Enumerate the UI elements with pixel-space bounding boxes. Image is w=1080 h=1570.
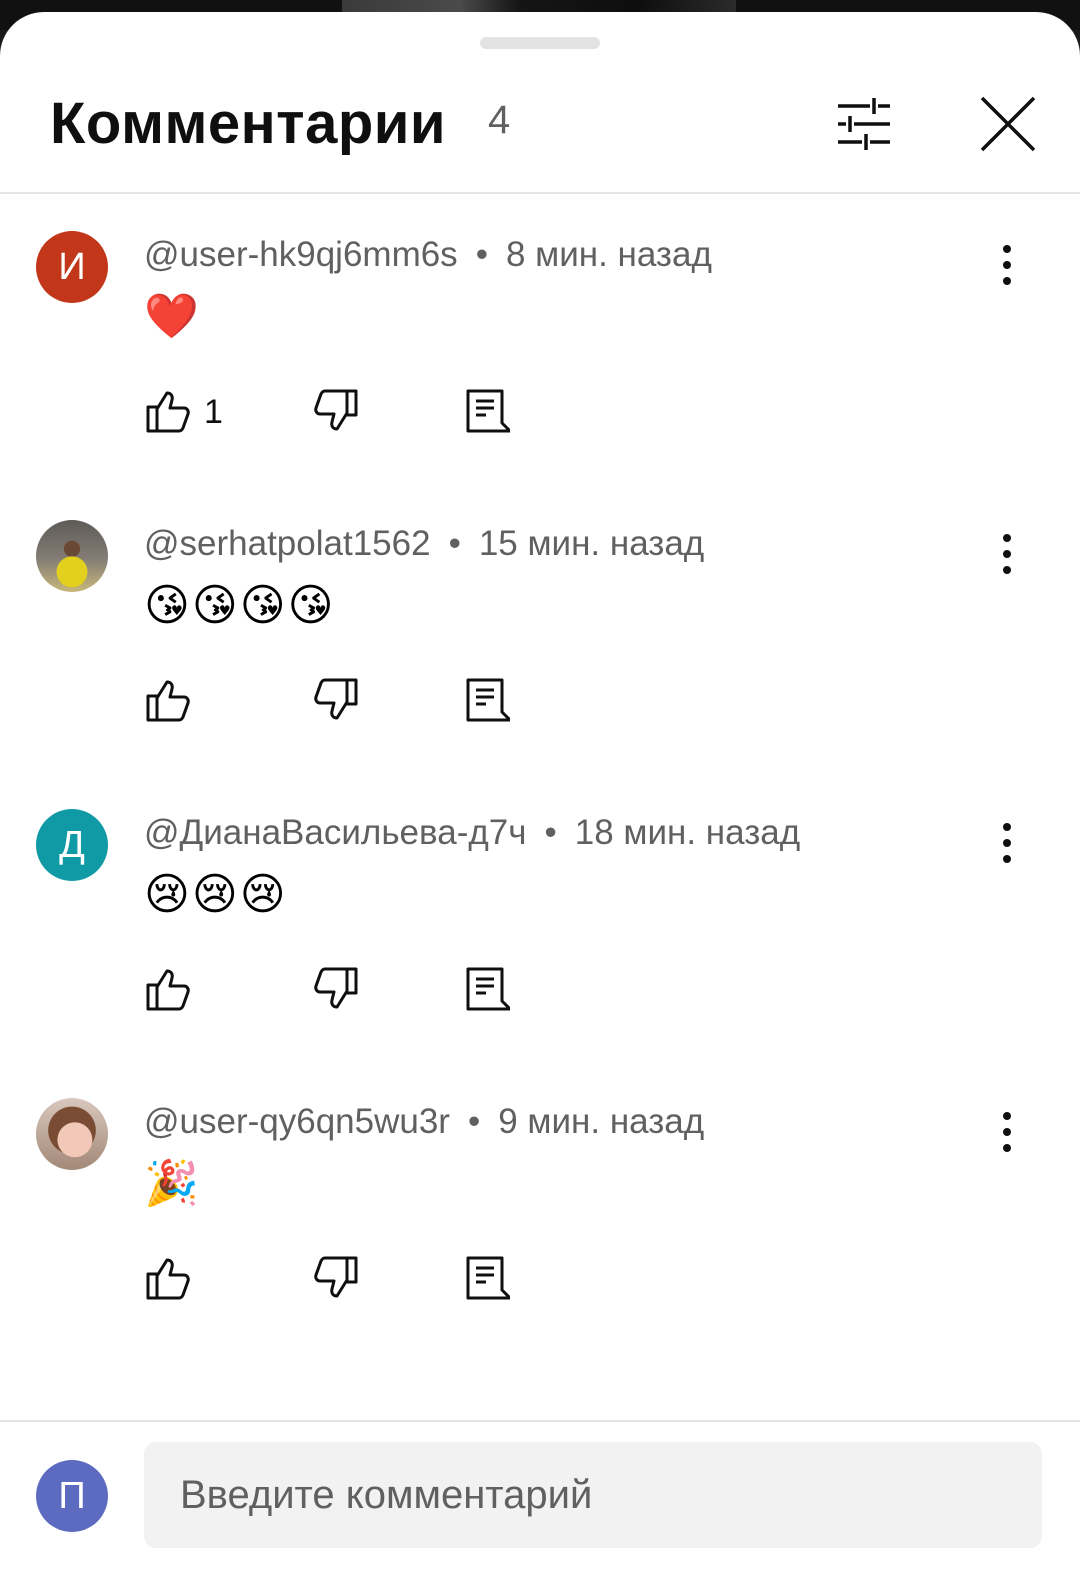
meta-separator: • <box>448 524 461 563</box>
comment-text: 😢😢😢 <box>144 869 288 920</box>
comment-meta: @user-hk9qj6mm6s • 8 мин. назад <box>144 235 712 275</box>
like-button[interactable] <box>144 387 192 435</box>
filter-sliders-icon <box>838 98 890 150</box>
comments-sheet: Комментарии 4 И @user-hk9qj6mm6s • 8 мин… <box>0 12 1080 1570</box>
like-button[interactable] <box>144 965 192 1013</box>
thumb-up-icon <box>146 391 190 433</box>
comment-item: @serhatpolat1562 • 15 мин. назад 😘😘😘😘 <box>0 484 1080 773</box>
reply-comment-icon <box>466 678 512 722</box>
comment-author[interactable]: @user-hk9qj6mm6s <box>144 235 458 274</box>
filter-button[interactable] <box>828 90 898 160</box>
more-options-button[interactable] <box>992 819 1022 869</box>
comment-list: И @user-hk9qj6mm6s • 8 мин. назад ❤️ 1 @… <box>0 195 1080 1351</box>
drag-handle[interactable] <box>480 37 600 49</box>
close-button[interactable] <box>972 90 1042 160</box>
avatar[interactable] <box>36 1098 108 1170</box>
comment-meta: @serhatpolat1562 • 15 мин. назад <box>144 524 704 564</box>
comment-item: И @user-hk9qj6mm6s • 8 мин. назад ❤️ 1 <box>0 195 1080 484</box>
comment-author[interactable]: @ДианаВасильева-д7ч <box>144 813 526 852</box>
close-icon <box>980 96 1036 152</box>
comment-actions <box>144 676 644 732</box>
meta-separator: • <box>544 813 557 852</box>
thumb-up-icon <box>146 969 190 1011</box>
thumb-up-icon <box>146 1258 190 1300</box>
comment-text: 🎉 <box>144 1158 201 1209</box>
header-divider <box>0 192 1080 194</box>
thumb-up-icon <box>146 680 190 722</box>
more-options-button[interactable] <box>992 1108 1022 1158</box>
more-vertical-icon <box>1003 245 1011 285</box>
dislike-button[interactable] <box>312 965 360 1013</box>
comment-author[interactable]: @user-qy6qn5wu3r <box>144 1102 450 1141</box>
reply-comment-icon <box>466 389 512 433</box>
avatar[interactable]: Д <box>36 809 108 881</box>
comment-time: 18 мин. назад <box>574 813 801 852</box>
comments-header: Комментарии 4 <box>0 72 1080 192</box>
comment-item: Д @ДианаВасильева-д7ч • 18 мин. назад 😢😢😢 <box>0 773 1080 1062</box>
more-vertical-icon <box>1003 823 1011 863</box>
comment-author[interactable]: @serhatpolat1562 <box>144 524 431 563</box>
comment-actions <box>144 965 644 1021</box>
dislike-button[interactable] <box>312 676 360 724</box>
more-vertical-icon <box>1003 534 1011 574</box>
comment-count: 4 <box>488 98 511 142</box>
comment-text: 😘😘😘😘 <box>144 580 336 631</box>
reply-button[interactable] <box>462 676 512 724</box>
comment-time: 9 мин. назад <box>498 1102 705 1141</box>
reply-comment-icon <box>466 967 512 1011</box>
comment-item: @user-qy6qn5wu3r • 9 мин. назад 🎉 <box>0 1062 1080 1351</box>
dislike-button[interactable] <box>312 387 360 435</box>
comment-input[interactable]: Введите комментарий <box>144 1442 1042 1548</box>
like-count: 1 <box>204 393 223 431</box>
comment-meta: @ДианаВасильева-д7ч • 18 мин. назад <box>144 813 800 853</box>
comment-text: ❤️ <box>144 291 201 342</box>
dislike-button[interactable] <box>312 1254 360 1302</box>
reply-comment-icon <box>466 1256 512 1300</box>
more-options-button[interactable] <box>992 530 1022 580</box>
avatar[interactable]: И <box>36 231 108 303</box>
comment-time: 15 мин. назад <box>478 524 705 563</box>
more-vertical-icon <box>1003 1112 1011 1152</box>
reply-button[interactable] <box>462 965 512 1013</box>
comment-actions: 1 <box>144 387 644 443</box>
current-user-avatar: П <box>36 1460 108 1532</box>
meta-separator: • <box>467 1102 481 1141</box>
comment-actions <box>144 1254 644 1310</box>
meta-separator: • <box>475 235 488 274</box>
reply-button[interactable] <box>462 387 512 435</box>
thumb-down-icon <box>314 389 358 431</box>
composer-divider <box>0 1420 1080 1422</box>
thumb-down-icon <box>314 678 358 720</box>
reply-button[interactable] <box>462 1254 512 1302</box>
comment-meta: @user-qy6qn5wu3r • 9 мин. назад <box>144 1102 704 1142</box>
comment-time: 8 мин. назад <box>505 235 712 274</box>
like-button[interactable] <box>144 676 192 724</box>
avatar[interactable] <box>36 520 108 592</box>
thumb-down-icon <box>314 1256 358 1298</box>
more-options-button[interactable] <box>992 241 1022 291</box>
thumb-down-icon <box>314 967 358 1009</box>
page-title: Комментарии <box>50 91 447 156</box>
like-button[interactable] <box>144 1254 192 1302</box>
